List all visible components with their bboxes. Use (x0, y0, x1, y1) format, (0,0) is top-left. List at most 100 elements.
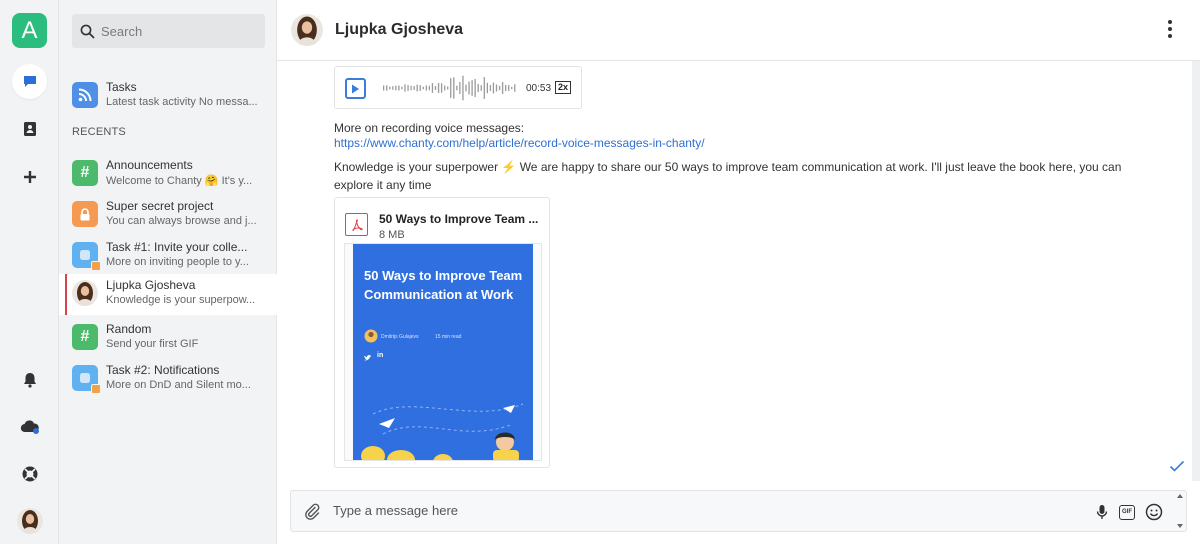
chat-name: Super secret project (106, 199, 214, 213)
message-composer: GIF (290, 490, 1187, 532)
search-box[interactable] (72, 14, 265, 48)
waveform-bar (508, 85, 510, 91)
sidebar-item-task-1[interactable]: Task #1: Invite your colle... More on in… (59, 236, 277, 277)
search-icon (80, 24, 95, 39)
chat-bubble-icon (23, 75, 36, 87)
waveform-bar (410, 85, 412, 91)
pdf-icon (345, 213, 368, 236)
chat-preview: More on inviting people to y... (106, 256, 249, 268)
lifebuoy-icon (22, 466, 37, 481)
waveform-bar (495, 84, 498, 92)
message-text: Knowledge is your superpower ⚡ We are ha… (334, 160, 1122, 174)
waveform-bar (501, 82, 504, 94)
task-icon (72, 365, 101, 394)
file-preview[interactable]: 50 Ways to Improve Team Communication at… (344, 243, 542, 461)
user-avatar[interactable] (17, 508, 43, 534)
play-button[interactable] (345, 78, 366, 99)
workspace-button[interactable]: A (12, 13, 47, 48)
waveform-bar (425, 85, 427, 91)
waveform-bar (404, 84, 406, 92)
sidebar-item-tasks[interactable]: Tasks Latest task activity No messa... (59, 76, 277, 117)
waveform-bar (434, 85, 437, 91)
rss-icon (72, 82, 98, 108)
waveform-bar (389, 86, 391, 90)
app-rail: A (0, 0, 59, 544)
composer-scroll-arrows[interactable] (1176, 490, 1184, 532)
message-link[interactable]: https://www.chanty.com/help/article/reco… (334, 136, 705, 150)
chat-name: Random (106, 322, 152, 336)
emoji-button[interactable] (1144, 502, 1164, 522)
voice-duration: 00:53 (526, 83, 552, 94)
waveform-bar (386, 85, 388, 91)
waveform-bar (514, 84, 516, 92)
sidebar-item-task-2[interactable]: Task #2: Notifications More on DnD and S… (59, 359, 277, 400)
playback-speed-button[interactable]: 2x (555, 81, 572, 94)
contacts-book-icon (23, 121, 36, 136)
author-avatar (364, 329, 378, 343)
chat-name: Ljupka Gjosheva (106, 278, 196, 292)
sidebar-item-random[interactable]: # Random Send your first GIF (59, 318, 277, 359)
waveform-bar (486, 82, 488, 94)
chat-preview: Latest task activity No messa... (106, 96, 258, 108)
message-text: explore it any time (334, 178, 432, 192)
waveform-bar (462, 75, 464, 101)
chat-name: Task #2: Notifications (106, 363, 220, 377)
file-size: 8 MB (379, 229, 405, 241)
page-title: Ljupka Gjosheva (335, 21, 464, 38)
book-title: 50 Ways to Improve Team Communication at… (364, 268, 523, 302)
chat-preview: Knowledge is your superpow... (106, 294, 256, 306)
sidebar-item-super-secret-project[interactable]: Super secret project You can always brow… (59, 195, 277, 236)
waveform-bar (444, 85, 446, 91)
message-text: More on recording voice messages: (334, 121, 525, 135)
twitter-icon (364, 355, 372, 361)
chat-name: Tasks (106, 80, 137, 94)
waveform-bar (498, 85, 501, 91)
more-options-icon[interactable] (1163, 18, 1177, 40)
book-read-time: 15 min read (435, 334, 462, 340)
gif-icon: GIF (1119, 504, 1135, 520)
add-nav-button[interactable] (12, 159, 47, 194)
chat-sidebar: Tasks Latest task activity No messa... R… (59, 0, 277, 544)
waveform-bar (471, 80, 473, 96)
attach-button[interactable] (303, 502, 321, 520)
voice-message: 00:53 2x (334, 66, 582, 109)
book-author: Dmitrijs Gulajevs (381, 334, 419, 340)
gif-button[interactable]: GIF (1117, 502, 1137, 522)
sidebar-item-announcements[interactable]: # Announcements Welcome to Chanty 🤗 It's… (59, 154, 277, 195)
task-badge-icon (91, 261, 101, 271)
waveform-bar (483, 77, 485, 99)
cloud-button[interactable] (12, 409, 47, 444)
waveform-bar (480, 85, 482, 91)
contact-avatar[interactable] (291, 14, 323, 46)
waveform-bar (383, 85, 385, 91)
waveform-bar (392, 86, 394, 90)
waveform-bar (450, 78, 452, 98)
chat-name: Task #1: Invite your colle... (106, 240, 248, 254)
scrollbar[interactable] (1192, 61, 1200, 481)
help-button[interactable] (12, 456, 47, 491)
chat-preview: More on DnD and Silent mo... (106, 379, 251, 391)
message-input[interactable] (333, 503, 1033, 518)
notifications-button[interactable] (12, 362, 47, 397)
book-cover: 50 Ways to Improve Team Communication at… (353, 244, 533, 460)
file-attachment[interactable]: 50 Ways to Improve Team ... 8 MB 50 Ways… (334, 197, 550, 468)
chat-preview: You can always browse and j... (106, 215, 257, 227)
waveform-bar (395, 85, 397, 91)
sidebar-item-ljupka-gjosheva[interactable]: Ljupka Gjosheva Knowledge is your superp… (59, 274, 277, 315)
waveform-bar (398, 85, 400, 91)
chat-name: Announcements (106, 158, 193, 172)
waveform-bar (431, 83, 434, 93)
bell-icon (23, 372, 36, 388)
lock-icon (72, 201, 98, 227)
contacts-nav-button[interactable] (12, 111, 47, 146)
cloud-upload-icon (20, 419, 39, 434)
waveform-bar (407, 85, 409, 91)
conversation-header: Ljupka Gjosheva (277, 0, 1200, 61)
chats-nav-button[interactable] (12, 64, 47, 99)
waveform-bar (428, 85, 431, 91)
waveform-bar (505, 84, 507, 92)
voice-record-button[interactable] (1092, 502, 1112, 522)
search-input[interactable] (101, 23, 251, 39)
task-badge-icon (91, 384, 101, 394)
waveform-bar (422, 86, 424, 90)
